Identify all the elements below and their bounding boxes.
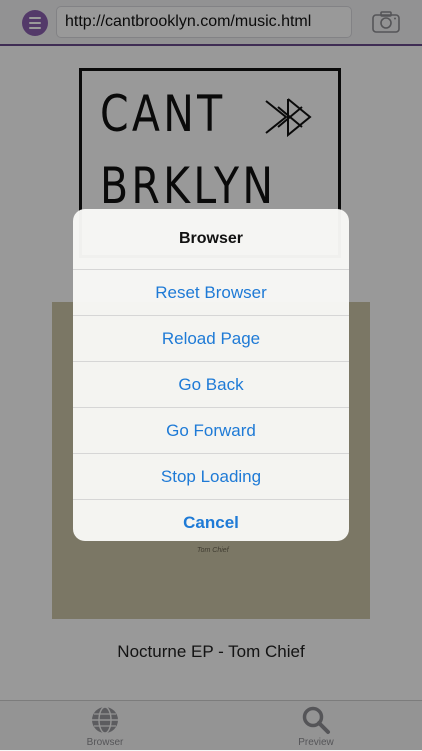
cancel-button[interactable]: Cancel — [73, 500, 349, 541]
stop-loading-button[interactable]: Stop Loading — [73, 454, 349, 500]
action-sheet-title: Browser — [73, 209, 349, 270]
go-back-button[interactable]: Go Back — [73, 362, 349, 408]
reset-browser-button[interactable]: Reset Browser — [73, 270, 349, 316]
reload-page-button[interactable]: Reload Page — [73, 316, 349, 362]
go-forward-button[interactable]: Go Forward — [73, 408, 349, 454]
browser-action-sheet: Browser Reset Browser Reload Page Go Bac… — [73, 209, 349, 541]
